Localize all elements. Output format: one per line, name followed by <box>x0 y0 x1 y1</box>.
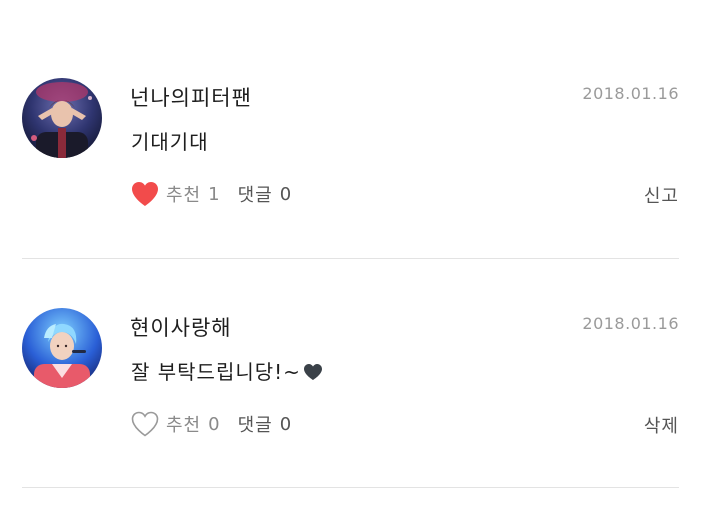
like-label: 추천 <box>166 415 202 436</box>
comment-list: 넌나의피터팬 2018.01.16 기대기대 추천 1 댓글 0 신고 현이사랑… <box>0 0 701 526</box>
heart-outline-icon <box>130 410 160 438</box>
reply-button[interactable]: 댓글 0 <box>238 411 292 437</box>
delete-button[interactable]: 삭제 <box>644 412 679 438</box>
comment-text: 잘 부탁드립니당!~ <box>131 360 301 384</box>
reply-label: 댓글 <box>237 185 273 206</box>
comment-date: 2018.01.16 <box>582 314 679 333</box>
reply-button[interactable]: 댓글 0 <box>238 181 292 207</box>
divider <box>22 258 679 259</box>
comment-author: 넌나의피터팬 <box>130 86 252 110</box>
like-label: 추천 <box>166 185 202 206</box>
avatar-image <box>22 78 102 158</box>
like-count: 1 <box>208 183 220 205</box>
comment-date: 2018.01.16 <box>582 84 679 103</box>
reply-count: 0 <box>279 183 292 205</box>
reply-label: 댓글 <box>237 415 273 436</box>
comment-item: 현이사랑해 2018.01.16 잘 부탁드립니당!~ 추천 0 댓글 0 삭제 <box>0 300 701 500</box>
comment-author: 현이사랑해 <box>130 316 232 340</box>
avatar-image <box>22 308 102 388</box>
report-button[interactable]: 신고 <box>644 182 679 208</box>
like-count: 0 <box>208 413 220 435</box>
divider <box>22 487 679 488</box>
like-button[interactable]: 추천 1 <box>130 180 220 208</box>
comment-actions: 추천 1 댓글 0 <box>130 178 291 210</box>
comment-text: 기대기대 <box>131 130 209 154</box>
comment-item: 넌나의피터팬 2018.01.16 기대기대 추천 1 댓글 0 신고 <box>0 70 701 270</box>
reply-count: 0 <box>279 413 292 435</box>
avatar[interactable] <box>22 78 102 158</box>
avatar[interactable] <box>22 308 102 388</box>
comment-text-wrap: 잘 부탁드립니당!~ <box>131 356 323 386</box>
dark-heart-icon <box>303 362 323 386</box>
comment-actions: 추천 0 댓글 0 <box>130 408 291 440</box>
like-button[interactable]: 추천 0 <box>130 410 220 438</box>
heart-filled-icon <box>130 180 160 208</box>
